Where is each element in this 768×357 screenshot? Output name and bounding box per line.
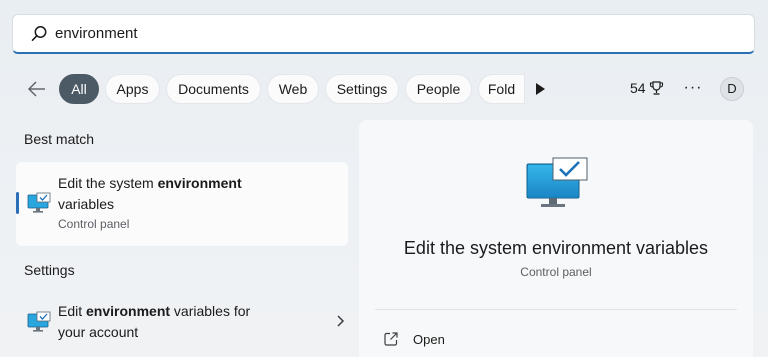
- preview-pane: Edit the system environment variables Co…: [359, 120, 753, 357]
- rewards-points-value: 54: [630, 80, 646, 96]
- best-match-result[interactable]: Edit the system environment variables Con…: [16, 162, 348, 246]
- open-external-icon: [384, 332, 398, 346]
- scroll-right-icon[interactable]: [533, 81, 547, 97]
- best-match-title: Edit the system environment variables: [58, 173, 318, 215]
- system-settings-monitor-icon: [526, 157, 588, 207]
- best-match-title-post: variables: [58, 196, 115, 212]
- open-action[interactable]: Open: [383, 328, 445, 350]
- preview-subtitle: Control panel: [520, 265, 592, 279]
- user-avatar[interactable]: D: [720, 77, 744, 101]
- selection-indicator: [16, 192, 19, 214]
- settings-result-title: Edit environment variables for your accou…: [58, 301, 318, 343]
- filter-row: All Apps Documents Web Settings People F…: [0, 72, 768, 106]
- search-icon: [31, 25, 47, 41]
- filter-chip-folders[interactable]: Fold: [478, 74, 525, 104]
- filter-chip-apps[interactable]: Apps: [105, 74, 160, 104]
- filter-chip-settings[interactable]: Settings: [325, 74, 399, 104]
- preview-divider: [375, 309, 737, 310]
- best-match-subtitle: Control panel: [58, 217, 130, 231]
- system-settings-monitor-icon: [27, 192, 51, 213]
- filter-chip-people[interactable]: People: [405, 74, 472, 104]
- rewards-points[interactable]: 54: [630, 80, 664, 96]
- best-match-heading: Best match: [24, 131, 95, 147]
- settings-title-post: your account: [58, 324, 139, 340]
- settings-title-highlight: environment: [86, 303, 171, 319]
- filter-chip-all[interactable]: All: [59, 74, 99, 104]
- chevron-right-icon[interactable]: [334, 314, 346, 328]
- back-button[interactable]: [22, 76, 52, 102]
- filter-chip-web[interactable]: Web: [267, 74, 319, 104]
- back-arrow-icon: [28, 81, 45, 97]
- system-settings-monitor-icon: [27, 311, 51, 332]
- filter-chip-documents[interactable]: Documents: [166, 74, 261, 104]
- preview-title: Edit the system environment variables: [403, 238, 709, 258]
- settings-result-item[interactable]: Edit environment variables for your accou…: [16, 295, 348, 351]
- best-match-title-pre: Edit the system: [58, 175, 158, 191]
- search-input[interactable]: [55, 18, 735, 49]
- open-action-label: Open: [413, 331, 445, 347]
- search-box[interactable]: [12, 14, 755, 54]
- settings-title-pre: Edit: [58, 303, 87, 319]
- best-match-title-highlight: environment: [157, 175, 242, 191]
- trophy-icon: [649, 81, 663, 95]
- settings-heading: Settings: [24, 262, 75, 278]
- settings-title-mid: variables for: [170, 303, 251, 319]
- more-options-button[interactable]: ···: [682, 74, 704, 104]
